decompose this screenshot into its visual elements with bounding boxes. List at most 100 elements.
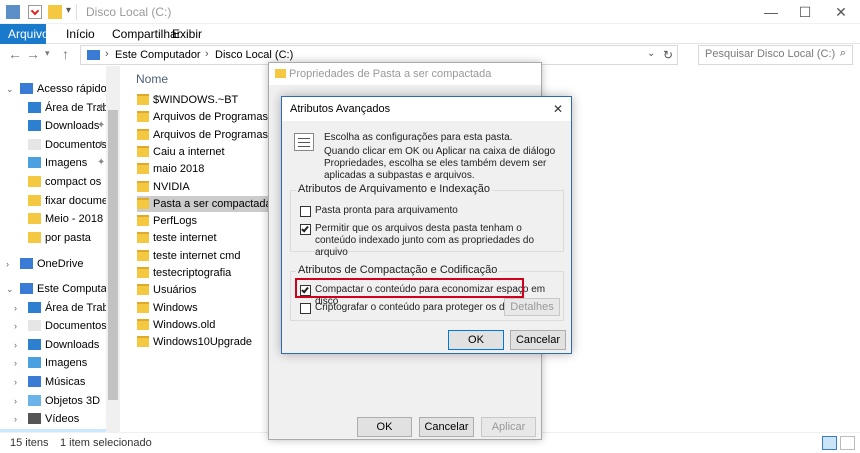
sidebar-item-label: Imagens: [45, 157, 88, 170]
sidebar-item-label: Acesso rápido: [37, 83, 107, 95]
chevron-right-icon[interactable]: ›: [14, 336, 17, 354]
folder-icon: [137, 197, 149, 209]
file-name: $WINDOWS.~BT: [153, 94, 239, 106]
sidebar-item[interactable]: ⌄ Acesso rápido: [0, 80, 107, 98]
folder-icon: [275, 69, 286, 78]
file-list-item[interactable]: Pasta a ser compactada: [137, 195, 272, 212]
file-name: testecriptografia: [153, 267, 232, 279]
file-name: NVIDIA: [153, 180, 190, 193]
pin-icon: ✦: [97, 138, 106, 150]
properties-dialog-title: Propriedades de Pasta a ser compactada: [289, 68, 492, 80]
refresh-icon[interactable]: ↻: [663, 48, 673, 62]
chevron-right-icon[interactable]: ›: [14, 317, 17, 335]
tab-inicio[interactable]: Início: [58, 24, 103, 44]
recent-dropdown-icon[interactable]: ▾: [45, 48, 50, 59]
tab-arquivo[interactable]: Arquivo: [0, 24, 49, 44]
properties-quick-icon[interactable]: [28, 5, 42, 19]
folder-icon: [28, 213, 41, 225]
sidebar-item[interactable]: fixar documento: [0, 192, 123, 210]
search-input[interactable]: Pesquisar Disco Local (C:) ⌕: [698, 45, 853, 65]
index-checkbox[interactable]: [300, 224, 311, 235]
quick-access-dropdown-icon[interactable]: ▾: [66, 5, 71, 16]
properties-cancel-button[interactable]: Cancelar: [419, 417, 474, 437]
sidebar-item[interactable]: Meio - 2018: [0, 210, 106, 228]
tab-exibir[interactable]: Exibir: [164, 24, 210, 44]
folder-icon: [137, 94, 149, 105]
properties-apply-button[interactable]: Aplicar: [481, 417, 536, 437]
encrypt-label: Criptografar o conteúdo para proteger os…: [315, 302, 527, 313]
chevron-right-icon[interactable]: ›: [6, 255, 9, 273]
properties-ok-button[interactable]: OK: [357, 417, 412, 437]
sidebar-item[interactable]: › Músicas: [0, 373, 106, 391]
large-icons-view-icon[interactable]: [840, 436, 855, 450]
file-name: teste internet cmd: [153, 249, 241, 262]
chevron-down-icon[interactable]: ⌄: [6, 80, 14, 98]
breadcrumb-disco-local[interactable]: Disco Local (C:): [215, 49, 293, 61]
music-icon: [28, 376, 41, 387]
forward-button[interactable]: →: [26, 46, 40, 62]
sidebar-item[interactable]: Área de Traba ✦: [0, 99, 115, 117]
archive-label: Pasta pronta para arquivamento: [315, 205, 458, 216]
sidebar-item[interactable]: compact os: [0, 173, 106, 191]
computer-icon: [20, 283, 33, 294]
sidebar-item[interactable]: por pasta: [0, 229, 106, 247]
chevron-right-icon[interactable]: ›: [14, 392, 17, 410]
ribbon-tabs: Arquivo Início Compartilhar Exibir: [0, 24, 860, 44]
sidebar-item[interactable]: › Documentos: [0, 317, 107, 335]
breadcrumb-separator-icon: ›: [205, 48, 209, 60]
document-icon: [28, 320, 41, 332]
new-folder-quick-icon[interactable]: [48, 5, 62, 19]
chevron-right-icon[interactable]: ›: [14, 410, 17, 428]
minimize-button[interactable]: —: [754, 0, 788, 24]
video-icon: [28, 413, 41, 425]
advanced-attributes-dialog: Atributos Avançados ✕ Escolha as configu…: [281, 96, 572, 354]
encrypt-checkbox[interactable]: [300, 303, 311, 314]
folder-icon: [137, 249, 149, 261]
sidebar-item[interactable]: ⌄ Este Computador: [0, 280, 123, 298]
sidebar-item-label: Vídeos: [45, 413, 80, 426]
sidebar-item[interactable]: Downloads ✦: [0, 117, 106, 135]
sidebar-item[interactable]: › OneDrive: [0, 255, 106, 273]
advanced-cancel-button[interactable]: Cancelar: [510, 330, 566, 350]
navigation-pane: ⌄ Acesso rápido Área de Traba ✦ Downloads ✦ Do…: [0, 66, 129, 447]
sidebar-item[interactable]: › Downloads: [0, 336, 106, 354]
advanced-dialog-title: Atributos Avançados: [290, 103, 391, 115]
up-button[interactable]: ↑: [62, 46, 69, 62]
column-header-nome[interactable]: Nome: [136, 72, 168, 86]
details-button[interactable]: Detalhes: [504, 298, 560, 316]
title-divider: [76, 4, 77, 20]
sidebar-item[interactable]: › Área de Trabalho: [0, 299, 129, 317]
chevron-right-icon[interactable]: ›: [14, 354, 17, 372]
sidebar-item[interactable]: › Vídeos: [0, 410, 106, 428]
back-button[interactable]: ←: [8, 46, 22, 62]
sidebar-item[interactable]: › Imagens: [0, 354, 106, 372]
chevron-down-icon[interactable]: ⌄: [6, 280, 14, 298]
sidebar-scroll-thumb[interactable]: [108, 110, 118, 400]
sidebar-item[interactable]: Imagens ✦: [0, 154, 106, 172]
advanced-close-icon[interactable]: ✕: [553, 97, 563, 121]
cube-icon: [28, 394, 41, 406]
advanced-ok-button[interactable]: OK: [448, 330, 504, 350]
explorer-icon: [6, 5, 20, 19]
sidebar-item-label: Imagens: [45, 357, 88, 370]
folder-icon: [137, 336, 149, 348]
breadcrumb-este-computador[interactable]: Este Computador: [115, 49, 201, 61]
address-dropdown-icon[interactable]: ⌄: [647, 48, 655, 59]
file-name: Caiu a internet: [153, 145, 225, 158]
sidebar-item[interactable]: Documentos ✦: [0, 136, 107, 154]
maximize-button[interactable]: ☐: [788, 0, 822, 24]
intro-text-1: Escolha as configurações para esta pasta…: [324, 132, 513, 143]
file-name: Usuários: [153, 284, 197, 297]
sidebar-item-label: Meio - 2018: [45, 213, 104, 226]
archive-index-group-title: Atributos de Arquivamento e Indexação: [296, 183, 493, 195]
sidebar-item[interactable]: › Objetos 3D: [0, 392, 106, 410]
sidebar-item-label: Downloads: [45, 120, 100, 133]
chevron-right-icon[interactable]: ›: [14, 373, 17, 391]
chevron-right-icon[interactable]: ›: [14, 299, 17, 317]
selection-count: 1 item selecionado: [60, 437, 152, 449]
close-button[interactable]: ✕: [824, 0, 858, 24]
archive-checkbox[interactable]: [300, 206, 311, 217]
details-view-icon[interactable]: [822, 436, 837, 450]
checkmark-icon: [301, 224, 309, 233]
file-name: Arquivos de Programas: [153, 111, 268, 124]
